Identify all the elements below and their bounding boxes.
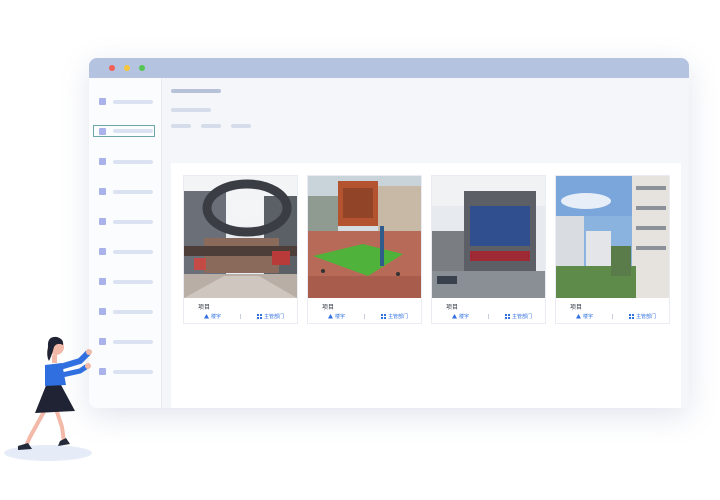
grid-icon [629, 314, 634, 319]
filter-tab-placeholder-1[interactable] [171, 124, 191, 128]
project-photo [556, 176, 669, 298]
menu-icon [99, 128, 106, 135]
grid-icon [505, 314, 510, 319]
building-icon [328, 314, 333, 319]
card-footer: 楼宇 主管部门 [308, 313, 421, 321]
project-card[interactable]: 项目 楼宇 主管部门 [431, 175, 546, 324]
card-title: 项目 [198, 305, 211, 311]
card-footer: 楼宇 主管部门 [432, 313, 545, 321]
minimize-window-button[interactable] [124, 65, 130, 71]
building-tag[interactable]: 楼宇 [204, 313, 221, 320]
sidebar-item-2-active[interactable] [93, 125, 155, 137]
card-title: 项目 [322, 305, 335, 311]
sidebar-item-7[interactable] [93, 276, 155, 288]
sidebar-item-1[interactable] [93, 96, 155, 108]
project-photo [184, 176, 297, 298]
sidebar-item-label-placeholder [113, 340, 153, 344]
sidebar-item-label-placeholder [113, 190, 153, 194]
building-tag-label: 楼宇 [335, 314, 346, 320]
department-tag-label: 主管部门 [388, 314, 409, 320]
filter-tab-placeholder-3[interactable] [231, 124, 251, 128]
close-window-button[interactable] [109, 65, 115, 71]
app-window: 项目 楼宇 主管部门 项目 楼宇 主管部门 项目 楼宇 主管部门 项目 楼宇 主… [89, 58, 689, 408]
menu-icon [99, 278, 106, 285]
menu-icon [99, 308, 106, 315]
building-tag[interactable]: 楼宇 [328, 313, 345, 320]
sidebar-item-label-placeholder [113, 310, 153, 314]
project-photo [308, 176, 421, 298]
page-title-placeholder [171, 89, 221, 93]
building-icon [204, 314, 209, 319]
department-tag[interactable]: 主管部门 [629, 313, 656, 320]
project-card[interactable]: 项目 楼宇 主管部门 [555, 175, 670, 324]
department-tag-label: 主管部门 [264, 314, 285, 320]
building-icon [576, 314, 581, 319]
building-tag-label: 楼宇 [459, 314, 470, 320]
menu-icon [99, 188, 106, 195]
department-tag-label: 主管部门 [636, 314, 657, 320]
subtitle-placeholder [171, 108, 211, 112]
department-tag[interactable]: 主管部门 [257, 313, 284, 320]
menu-icon [99, 98, 106, 105]
card-footer: 楼宇 主管部门 [556, 313, 669, 321]
card-title: 项目 [570, 305, 583, 311]
filter-tab-placeholder-2[interactable] [201, 124, 221, 128]
sidebar-item-label-placeholder [113, 370, 153, 374]
sidebar-item-8[interactable] [93, 306, 155, 318]
menu-icon [99, 218, 106, 225]
project-grid: 项目 楼宇 主管部门 项目 楼宇 主管部门 项目 楼宇 主管部门 项目 楼宇 主… [171, 163, 681, 408]
card-title: 项目 [446, 305, 459, 311]
title-bar [89, 58, 689, 78]
footer-divider [612, 314, 613, 319]
main-content: 项目 楼宇 主管部门 项目 楼宇 主管部门 项目 楼宇 主管部门 项目 楼宇 主… [162, 78, 689, 408]
department-tag-label: 主管部门 [512, 314, 533, 320]
maximize-window-button[interactable] [139, 65, 145, 71]
sidebar-item-3[interactable] [93, 156, 155, 168]
building-icon [452, 314, 457, 319]
card-footer: 楼宇 主管部门 [184, 313, 297, 321]
project-card[interactable]: 项目 楼宇 主管部门 [307, 175, 422, 324]
footer-divider [240, 314, 241, 319]
project-photo [432, 176, 545, 298]
sidebar-item-4[interactable] [93, 186, 155, 198]
building-tag[interactable]: 楼宇 [452, 313, 469, 320]
building-tag-label: 楼宇 [211, 314, 222, 320]
footer-divider [364, 314, 365, 319]
woman-illustration [4, 336, 92, 461]
sidebar-item-label-placeholder [113, 280, 153, 284]
building-tag[interactable]: 楼宇 [576, 313, 593, 320]
footer-divider [488, 314, 489, 319]
menu-icon [99, 158, 106, 165]
sidebar-item-label-placeholder [113, 160, 153, 164]
sidebar-item-6[interactable] [93, 246, 155, 258]
project-card[interactable]: 项目 楼宇 主管部门 [183, 175, 298, 324]
department-tag[interactable]: 主管部门 [505, 313, 532, 320]
sidebar-item-label-placeholder [113, 129, 153, 133]
department-tag[interactable]: 主管部门 [381, 313, 408, 320]
sidebar-item-label-placeholder [113, 100, 153, 104]
sidebar-item-5[interactable] [93, 216, 155, 228]
sidebar-item-label-placeholder [113, 250, 153, 254]
building-tag-label: 楼宇 [583, 314, 594, 320]
menu-icon [99, 248, 106, 255]
grid-icon [257, 314, 262, 319]
sidebar-item-label-placeholder [113, 220, 153, 224]
grid-icon [381, 314, 386, 319]
